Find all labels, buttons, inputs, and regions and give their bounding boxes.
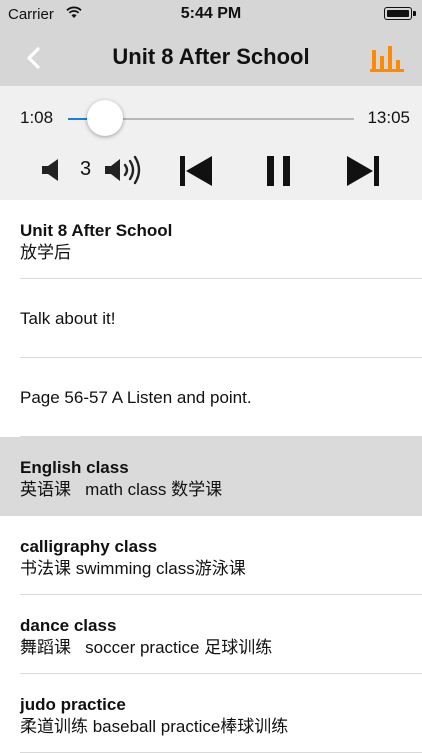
lesson-list: Unit 8 After School 放学后 Talk about it! P… — [0, 200, 422, 753]
volume-up-icon[interactable] — [104, 154, 144, 186]
slider-thumb[interactable] — [87, 100, 123, 136]
clock: 5:44 PM — [180, 5, 242, 22]
item-subtitle: 放学后 — [20, 243, 71, 262]
volume-level: 3 — [80, 158, 92, 180]
list-item[interactable]: dance class 舞蹈课 soccer practice 足球训练 — [0, 595, 422, 674]
navigation-bar: Unit 8 After School — [0, 30, 422, 86]
list-item[interactable]: calligraphy class 书法课 swimming class游泳课 — [0, 516, 422, 595]
list-item[interactable]: Page 56-57 A Listen and point. — [0, 358, 422, 437]
audio-player: 1:08 13:05 3 — [0, 86, 422, 200]
next-track-icon[interactable] — [345, 154, 381, 188]
pause-icon[interactable] — [266, 154, 292, 188]
battery-icon — [384, 7, 416, 20]
list-item-selected[interactable]: English class 英语课 math class 数学课 — [0, 437, 422, 516]
item-title: dance class — [20, 616, 117, 635]
item-title: calligraphy class — [20, 537, 158, 556]
equalizer-icon[interactable] — [370, 42, 404, 74]
total-duration: 13:05 — [367, 108, 410, 127]
item-title: English class — [20, 458, 129, 477]
list-item[interactable]: Talk about it! — [0, 279, 422, 358]
previous-track-icon[interactable] — [178, 154, 214, 188]
elapsed-time: 1:08 — [20, 108, 54, 127]
status-bar: Carrier 5:44 PM — [0, 0, 422, 30]
item-title: judo practice — [20, 695, 126, 714]
item-subtitle: 柔道训练 baseball practice棒球训练 — [20, 717, 289, 736]
list-item[interactable]: Unit 8 After School 放学后 — [0, 200, 422, 279]
item-subtitle: 舞蹈课 soccer practice 足球训练 — [20, 638, 273, 657]
page-title: Unit 8 After School — [112, 44, 310, 69]
volume-down-icon[interactable] — [40, 156, 64, 184]
item-title: Unit 8 After School — [20, 221, 173, 240]
item-subtitle: 书法课 swimming class游泳课 — [20, 559, 246, 578]
item-subtitle: Page 56-57 A Listen and point. — [20, 388, 252, 407]
item-subtitle: Talk about it! — [20, 309, 116, 328]
list-item[interactable]: judo practice 柔道训练 baseball practice棒球训练 — [0, 674, 422, 753]
item-subtitle: 英语课 math class 数学课 — [20, 480, 223, 499]
